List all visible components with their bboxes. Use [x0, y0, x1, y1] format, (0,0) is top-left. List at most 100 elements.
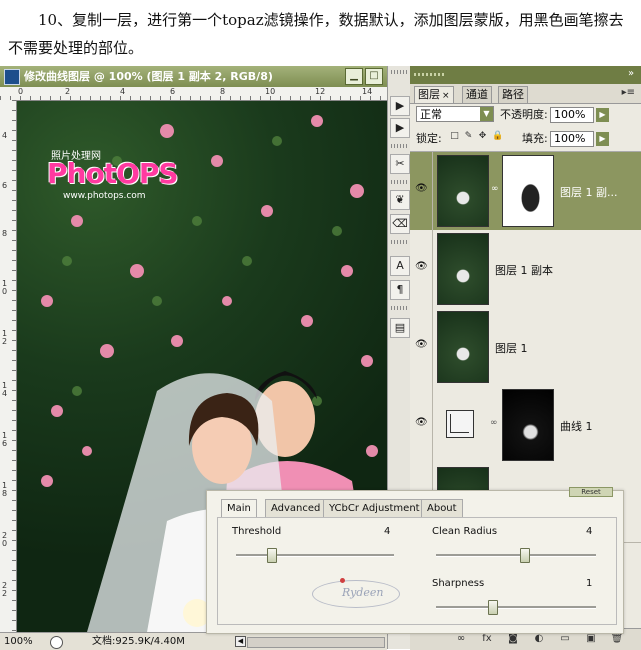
document-titlebar[interactable]: 修改曲线图层 @ 100% (图层 1 副本 2, RGB/8) ▁ □: [0, 66, 387, 87]
layer-mask-thumbnail[interactable]: [502, 389, 554, 461]
layer-mask-thumbnail[interactable]: [502, 155, 554, 227]
threshold-label: Threshold: [232, 526, 282, 537]
tool-button-5[interactable]: ⌫: [390, 214, 410, 234]
tab-ycbcr-adjustment[interactable]: YCbCr Adjustment: [323, 499, 426, 517]
layer-name[interactable]: 图层 1 副...: [560, 184, 617, 200]
divider: [432, 308, 433, 386]
chevron-down-icon[interactable]: ▼: [480, 107, 493, 121]
opacity-input[interactable]: 100%: [550, 107, 594, 123]
photoshop-logo-icon: [4, 69, 20, 85]
layer-row-copy[interactable]: 👁 图层 1 副本: [410, 230, 641, 309]
lock-fill-row: 锁定: □ ✎ ✥ 🔒 填充: 100% ▶: [410, 128, 641, 150]
ruler-mark: 14: [362, 87, 373, 96]
layer-name[interactable]: 曲线 1: [560, 418, 593, 434]
tool-button-2[interactable]: ▶: [390, 118, 410, 138]
layer-thumbnail[interactable]: [437, 233, 489, 305]
eye-icon[interactable]: 👁: [415, 340, 429, 350]
threshold-value: 4: [384, 526, 391, 537]
layers-panel-header[interactable]: »: [410, 66, 641, 84]
tab-layers[interactable]: 图层 ×: [414, 86, 454, 103]
layer-row-curves[interactable]: 👁 ∞ 曲线 1: [410, 386, 641, 465]
opacity-label: 不透明度:: [500, 108, 548, 121]
new-group-icon[interactable]: ▭: [558, 632, 572, 646]
sharpness-slider-knob[interactable]: [488, 600, 498, 615]
eye-icon[interactable]: 👁: [415, 418, 429, 428]
lock-position-icon[interactable]: ✥: [478, 132, 487, 141]
tab-paths[interactable]: 路径: [498, 86, 528, 103]
lock-image-icon[interactable]: ✎: [464, 132, 473, 141]
eye-icon[interactable]: 👁: [415, 262, 429, 272]
tool-button-8[interactable]: ▤: [390, 318, 410, 338]
link-layers-icon[interactable]: ∞: [454, 632, 468, 646]
instruction-text-block: 10、复制一层，进行第一个topaz滤镜操作，数据默认，添加图层蒙版，用黑色画笔…: [0, 0, 641, 66]
tab-main[interactable]: Main: [221, 499, 257, 517]
tab-close-icon[interactable]: ×: [442, 91, 450, 101]
ruler-mark: 16: [2, 431, 8, 448]
threshold-slider-knob[interactable]: [266, 548, 277, 563]
layer-style-icon[interactable]: fx: [480, 632, 494, 646]
zoom-level[interactable]: 100%: [4, 633, 33, 650]
sharpness-slider-track[interactable]: [436, 606, 596, 609]
tool-button-1[interactable]: ▶: [390, 96, 410, 116]
tab-about[interactable]: About: [421, 499, 463, 517]
lock-all-icon[interactable]: 🔒: [492, 132, 503, 141]
horizontal-scrollbar[interactable]: [247, 637, 385, 648]
scroll-left-arrow-icon[interactable]: ◀: [235, 636, 246, 647]
trash-icon[interactable]: 🗑: [610, 632, 624, 646]
reset-button[interactable]: Reset: [569, 487, 613, 497]
adjustment-layer-icon[interactable]: ◐: [532, 632, 546, 646]
palette-grip[interactable]: [391, 306, 407, 310]
palette-grip[interactable]: [391, 240, 407, 244]
blend-mode-select[interactable]: 正常 ▼: [416, 106, 494, 122]
layer-name[interactable]: 图层 1: [495, 340, 528, 356]
layer-row-copy-2[interactable]: 👁 ∞ 图层 1 副...: [410, 152, 641, 231]
minimize-button[interactable]: ▁: [345, 68, 363, 85]
horizontal-ruler: 0 2 4 6 8 10 12 14: [0, 87, 387, 101]
tool-button-4[interactable]: ❦: [390, 190, 410, 210]
ruler-mark: 14: [2, 381, 8, 398]
ruler-mark: 12: [315, 87, 326, 96]
divider: [432, 386, 433, 464]
document-size: 文档:925.9K/4.40M: [92, 636, 185, 647]
fill-input[interactable]: 100%: [550, 131, 594, 147]
threshold-slider-track[interactable]: [236, 554, 394, 557]
clean-radius-slider-track[interactable]: [436, 554, 596, 557]
tool-button-7[interactable]: ¶: [390, 280, 410, 300]
tab-channels[interactable]: 通道: [462, 86, 492, 103]
tool-button-6[interactable]: A: [390, 256, 410, 276]
chain-link-icon[interactable]: ∞: [490, 418, 498, 428]
add-mask-icon[interactable]: ◙: [506, 632, 520, 646]
clean-radius-slider-knob[interactable]: [520, 548, 530, 563]
layer-name[interactable]: 图层 1 副本: [495, 262, 553, 278]
panel-collapse-icon[interactable]: »: [625, 68, 637, 80]
layer-row-base[interactable]: 👁 图层 1: [410, 308, 641, 387]
topaz-main-panel: Threshold 4 Clean Radius 4 Sharpness 1 R…: [217, 517, 617, 625]
panel-menu-icon[interactable]: ▸≡: [622, 87, 635, 98]
panel-grip[interactable]: [414, 73, 444, 76]
chain-link-icon[interactable]: ∞: [491, 184, 499, 194]
lock-transparent-icon[interactable]: □: [450, 132, 459, 141]
layer-thumbnail[interactable]: [437, 311, 489, 383]
palette-grip[interactable]: [391, 180, 407, 184]
maximize-button[interactable]: □: [365, 68, 383, 85]
blend-mode-value: 正常: [420, 108, 442, 121]
curves-adjustment-icon[interactable]: [446, 410, 474, 438]
topaz-signature-logo: Rydeen: [312, 578, 400, 608]
ruler-mark: 4: [120, 87, 126, 96]
new-layer-icon[interactable]: ▣: [584, 632, 598, 646]
photops-logo: PhotOPS: [47, 157, 179, 190]
blend-opacity-row: 正常 ▼ 不透明度: 100% ▶: [410, 104, 641, 126]
palette-grip[interactable]: [391, 70, 407, 74]
sharpness-value: 1: [586, 578, 593, 589]
tab-advanced[interactable]: Advanced: [265, 499, 327, 517]
sharpness-label: Sharpness: [432, 578, 485, 589]
tool-button-3[interactable]: ✂: [390, 154, 410, 174]
layer-thumbnail[interactable]: [437, 155, 489, 227]
palette-grip[interactable]: [391, 144, 407, 148]
status-info-icon[interactable]: [50, 636, 63, 649]
fill-slider-arrow-icon[interactable]: ▶: [596, 132, 609, 146]
eye-icon[interactable]: 👁: [415, 184, 429, 194]
clean-radius-label: Clean Radius: [432, 526, 498, 537]
opacity-slider-arrow-icon[interactable]: ▶: [596, 108, 609, 122]
ruler-mark: 10: [265, 87, 276, 96]
